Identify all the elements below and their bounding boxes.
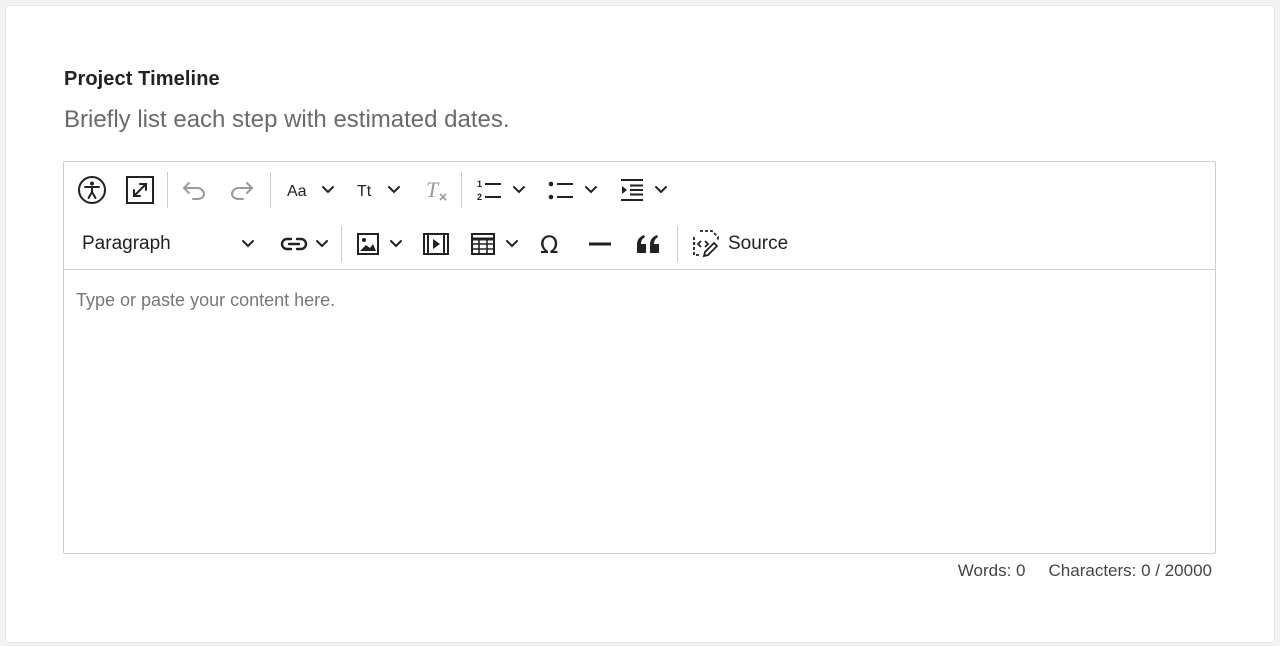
undo-button[interactable] bbox=[176, 172, 212, 208]
indent-dropdown[interactable] bbox=[616, 172, 672, 208]
heading-dropdown[interactable]: Paragraph bbox=[74, 226, 260, 262]
form-card: Project Timeline Briefly list each step … bbox=[6, 6, 1274, 642]
font-family-icon: Aa bbox=[287, 183, 307, 200]
toolbar-separator bbox=[461, 172, 462, 208]
chevron-down-icon bbox=[316, 240, 328, 248]
fullscreen-button[interactable] bbox=[122, 172, 158, 208]
svg-text:T: T bbox=[426, 177, 440, 202]
omega-icon: Ω bbox=[540, 231, 558, 257]
block-quote-button[interactable] bbox=[630, 226, 666, 262]
source-button[interactable]: Source bbox=[692, 226, 796, 262]
maximize-icon bbox=[126, 176, 154, 204]
editor-placeholder: Type or paste your content here. bbox=[76, 290, 336, 310]
image-icon bbox=[357, 233, 379, 255]
field-hint: Briefly list each step with estimated da… bbox=[64, 106, 510, 133]
word-count: Words: 0 bbox=[957, 561, 1026, 580]
numbered-list-icon: 1 2 bbox=[477, 179, 501, 202]
media-icon bbox=[423, 233, 449, 255]
remove-format-icon: T bbox=[426, 177, 447, 202]
chevron-down-icon bbox=[585, 186, 597, 194]
svg-text:Ω: Ω bbox=[540, 231, 558, 257]
chevron-down-icon bbox=[513, 186, 525, 194]
redo-icon bbox=[230, 182, 253, 200]
character-count: Characters: 0 / 20000 bbox=[1048, 561, 1212, 580]
toolbar-separator bbox=[167, 172, 168, 208]
source-edit-icon bbox=[693, 230, 719, 258]
toolbar-separator bbox=[341, 226, 342, 262]
bulleted-list-dropdown[interactable] bbox=[544, 172, 602, 208]
remove-format-button[interactable]: T bbox=[418, 172, 454, 208]
font-family-dropdown[interactable]: Aa bbox=[282, 172, 340, 208]
indent-icon bbox=[621, 179, 643, 201]
editor-toolbar: Aa Tt T 1 2 Paragraph Ω Source bbox=[64, 162, 1215, 270]
special-characters-button[interactable]: Ω bbox=[534, 226, 570, 262]
toolbar-separator bbox=[677, 226, 678, 262]
svg-text:Tt: Tt bbox=[357, 183, 372, 200]
rich-text-editor: Aa Tt T 1 2 Paragraph Ω Source Type or p… bbox=[63, 161, 1216, 554]
bulleted-list-icon bbox=[548, 181, 573, 200]
table-dropdown[interactable] bbox=[466, 226, 524, 262]
accessibility-button[interactable] bbox=[74, 172, 110, 208]
horizontal-line-button[interactable] bbox=[582, 226, 618, 262]
image-dropdown[interactable] bbox=[352, 226, 408, 262]
source-button-label: Source bbox=[728, 233, 789, 254]
link-icon bbox=[280, 237, 308, 251]
toolbar-separator bbox=[270, 172, 271, 208]
svg-text:Aa: Aa bbox=[287, 183, 307, 200]
redo-button[interactable] bbox=[224, 172, 260, 208]
table-icon bbox=[471, 233, 495, 255]
undo-icon bbox=[183, 182, 206, 200]
accessibility-icon bbox=[78, 176, 106, 204]
link-dropdown[interactable] bbox=[276, 226, 334, 262]
chevron-down-icon bbox=[242, 240, 254, 248]
chevron-down-icon bbox=[506, 240, 518, 248]
heading-dropdown-value: Paragraph bbox=[82, 233, 171, 254]
font-size-dropdown[interactable]: Tt bbox=[352, 172, 406, 208]
quote-icon bbox=[637, 235, 659, 253]
horizontal-line-icon bbox=[589, 242, 611, 246]
editor-content-area[interactable]: Type or paste your content here. bbox=[64, 270, 1215, 554]
chevron-down-icon bbox=[390, 240, 402, 248]
font-size-icon: Tt bbox=[357, 183, 372, 200]
chevron-down-icon bbox=[322, 186, 334, 194]
editor-footer: Words: 0 Characters: 0 / 20000 bbox=[958, 561, 1212, 581]
field-title: Project Timeline bbox=[64, 68, 220, 90]
svg-text:2: 2 bbox=[477, 192, 482, 202]
chevron-down-icon bbox=[655, 186, 667, 194]
svg-text:1: 1 bbox=[477, 179, 482, 189]
chevron-down-icon bbox=[388, 186, 400, 194]
media-button[interactable] bbox=[418, 226, 454, 262]
numbered-list-dropdown[interactable]: 1 2 bbox=[472, 172, 530, 208]
